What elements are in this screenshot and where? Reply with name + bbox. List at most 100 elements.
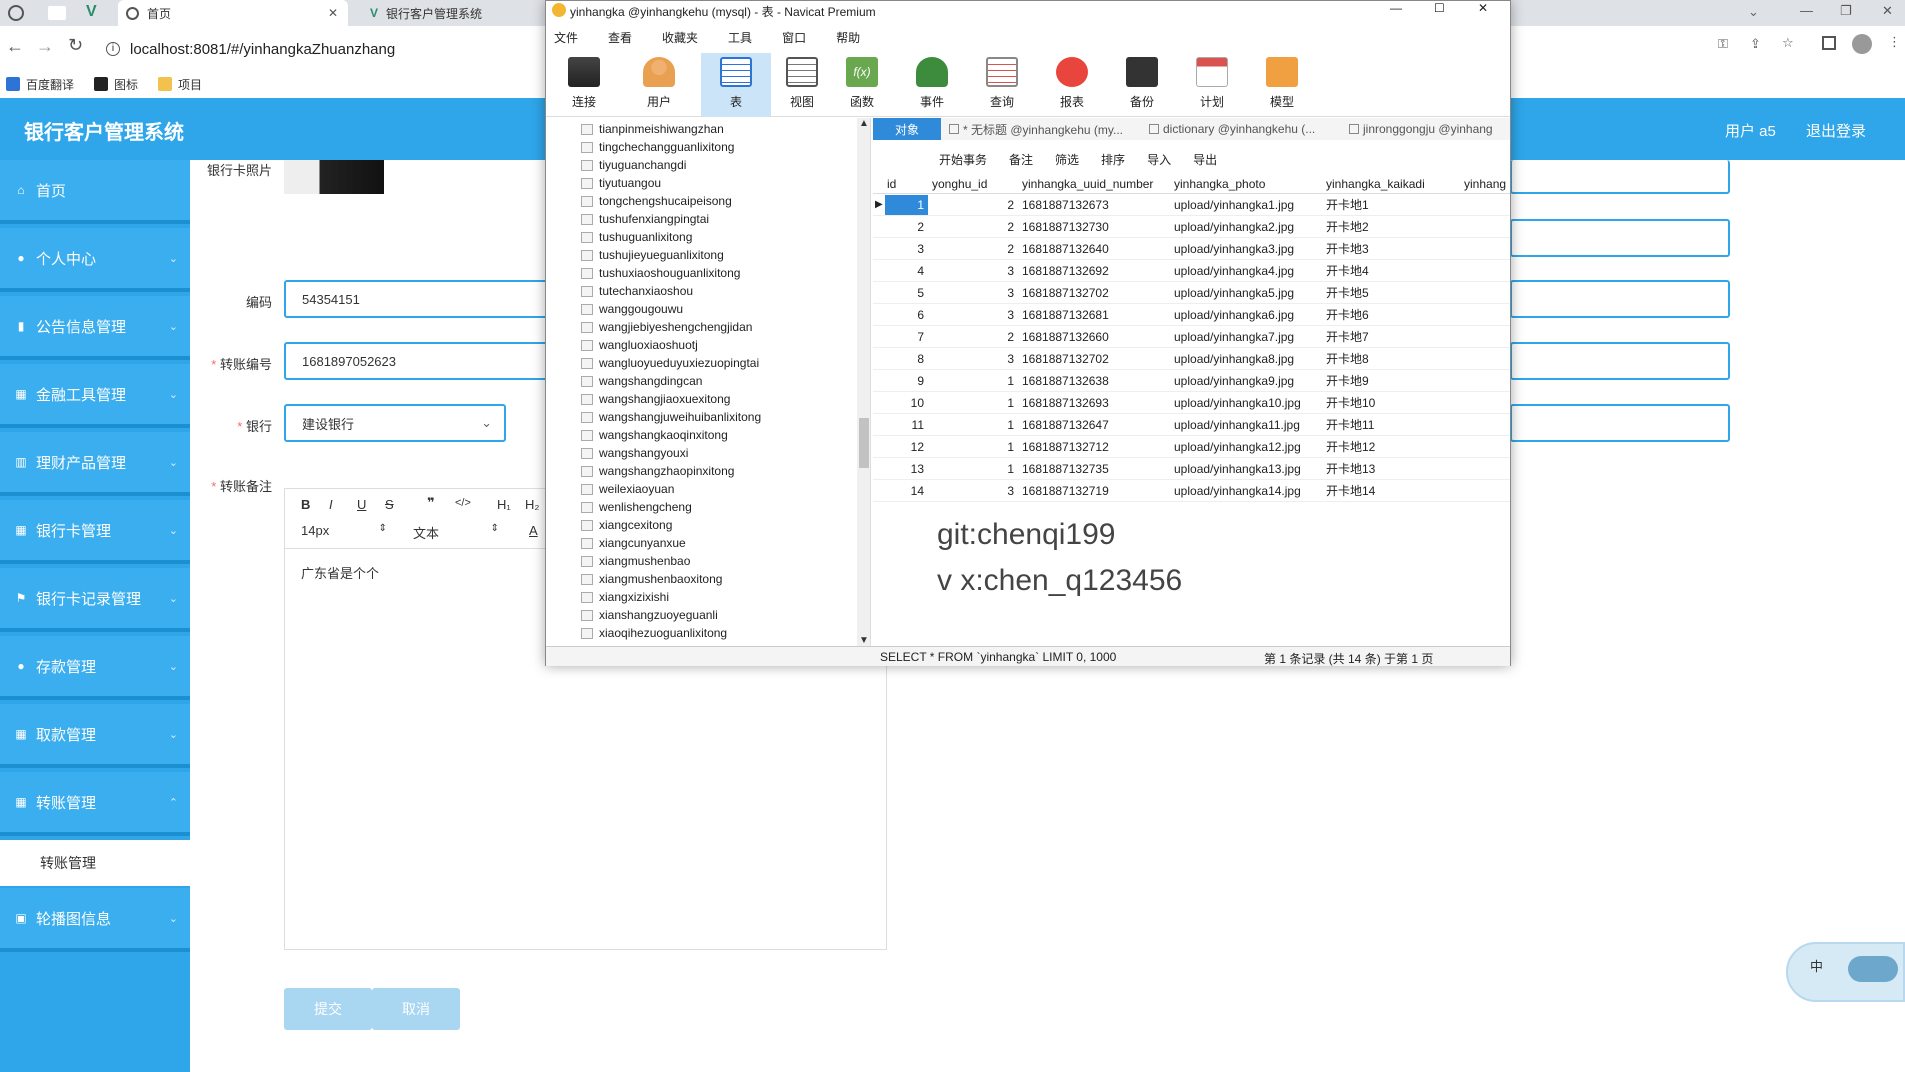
tree-table-item[interactable]: tushuxiaoshouguanlixitong — [546, 264, 870, 282]
table-cell[interactable]: 开卡地1 — [1322, 196, 1460, 213]
column-header[interactable]: yinhangka_uuid_number — [1018, 177, 1170, 191]
sidebar-item-transfers[interactable]: ▦ 转账管理 ⌃ — [0, 772, 190, 836]
sidebar-item-card-records[interactable]: ⚑ 银行卡记录管理 ⌄ — [0, 568, 190, 632]
scroll-thumb[interactable] — [859, 418, 869, 468]
table-cell[interactable]: 2 — [885, 217, 928, 237]
tree-table-item[interactable]: tiyutuangou — [546, 174, 870, 192]
h1-icon[interactable]: H₁ — [497, 497, 511, 512]
tree-table-item[interactable]: wangluoyueduyuxiezuopingtai — [546, 354, 870, 372]
table-row[interactable]: 3 2 1681887132640 upload/yinhangka3.jpg 开卡地3 — [873, 238, 1510, 260]
table-cell[interactable]: 开卡地2 — [1322, 218, 1460, 235]
table-cell[interactable]: upload/yinhangka12.jpg — [1170, 440, 1322, 454]
browser-tab-app[interactable]: V 银行客户管理系统 — [362, 0, 542, 26]
table-cell[interactable]: upload/yinhangka8.jpg — [1170, 352, 1322, 366]
table-cell[interactable]: 1681887132692 — [1018, 264, 1170, 278]
tree-table-item[interactable]: wangshangyouxi — [546, 444, 870, 462]
table-cell[interactable]: 开卡地3 — [1322, 240, 1460, 257]
table-row[interactable]: 11 1 1681887132647 upload/yinhangka11.jpg 开卡… — [873, 414, 1510, 436]
tree-table-item[interactable]: wangshangdingcan — [546, 372, 870, 390]
table-cell[interactable]: 1681887132702 — [1018, 286, 1170, 300]
column-header[interactable]: yonghu_id — [928, 177, 1018, 191]
table-cell[interactable]: upload/yinhangka5.jpg — [1170, 286, 1322, 300]
table-cell[interactable]: 开卡地10 — [1322, 394, 1460, 411]
sidebar-item-carousel[interactable]: ▣ 轮播图信息 ⌄ — [0, 888, 190, 952]
tree-table-item[interactable]: tushufenxiangpingtai — [546, 210, 870, 228]
table-row[interactable]: 2 2 1681887132730 upload/yinhangka2.jpg 开卡地2 — [873, 216, 1510, 238]
table-cell[interactable]: 14 — [885, 481, 928, 501]
table-cell[interactable]: upload/yinhangka9.jpg — [1170, 374, 1322, 388]
table-cell[interactable]: 12 — [885, 437, 928, 457]
right-input-1[interactable] — [1510, 160, 1730, 194]
menu-item[interactable]: 查看 — [608, 29, 632, 51]
column-header[interactable]: yinhang — [1460, 177, 1510, 191]
column-header[interactable]: yinhangka_kaikadi — [1322, 177, 1460, 191]
table-cell[interactable]: 开卡地5 — [1322, 284, 1460, 301]
table-cell[interactable]: 1681887132681 — [1018, 308, 1170, 322]
table-cell[interactable]: upload/yinhangka1.jpg — [1170, 198, 1322, 212]
tree-table-item[interactable]: wangjiebiyeshengchengjidan — [546, 318, 870, 336]
table-cell[interactable]: 1681887132693 — [1018, 396, 1170, 410]
table-cell[interactable]: 1681887132702 — [1018, 352, 1170, 366]
tab-placeholder-icon[interactable] — [48, 6, 66, 20]
kebab-menu-icon[interactable]: ⋮ — [1888, 34, 1901, 50]
table-cell[interactable]: 3 — [928, 352, 1018, 366]
tree-table-item[interactable]: xiangmushenbao — [546, 552, 870, 570]
bookmark-icons[interactable]: 图标 — [94, 76, 138, 93]
column-header[interactable]: yinhangka_photo — [1170, 177, 1322, 191]
table-row[interactable]: 9 1 1681887132638 upload/yinhangka9.jpg 开卡地9 — [873, 370, 1510, 392]
menu-item[interactable]: 工具 — [728, 29, 752, 51]
menu-item[interactable]: 帮助 — [836, 29, 860, 51]
table-cell[interactable]: 1 — [928, 396, 1018, 410]
star-icon[interactable]: ☆ — [1782, 35, 1794, 51]
sort-button[interactable]: 排序 — [1101, 151, 1125, 168]
table-cell[interactable]: 5 — [885, 283, 928, 303]
table-cell[interactable]: 2 — [928, 220, 1018, 234]
tree-table-item[interactable]: wenlishengcheng — [546, 498, 870, 516]
back-arrow-icon[interactable]: ← — [6, 36, 24, 57]
tool-function[interactable]: f(x) 函数 — [834, 53, 890, 117]
tool-event[interactable]: 事件 — [904, 53, 960, 117]
sidebar-subitem-transfers[interactable]: 转账管理 — [0, 840, 190, 886]
table-cell[interactable]: 1681887132640 — [1018, 242, 1170, 256]
scroll-up-icon[interactable]: ▲ — [859, 118, 869, 129]
table-row[interactable]: 12 1 1681887132712 upload/yinhangka12.jpg 开卡… — [873, 436, 1510, 458]
forward-arrow-icon[interactable]: → — [36, 36, 54, 57]
table-cell[interactable]: 开卡地13 — [1322, 460, 1460, 477]
table-cell[interactable]: 1 — [928, 374, 1018, 388]
table-cell[interactable]: upload/yinhangka13.jpg — [1170, 462, 1322, 476]
profile-avatar-icon[interactable] — [1852, 34, 1872, 54]
table-cell[interactable]: 2 — [928, 330, 1018, 344]
close-window-icon[interactable]: ✕ — [1882, 3, 1893, 19]
tool-model[interactable]: 模型 — [1254, 53, 1310, 117]
table-cell[interactable]: upload/yinhangka4.jpg — [1170, 264, 1322, 278]
tree-table-item[interactable]: tongchengshucaipeisong — [546, 192, 870, 210]
tree-table-item[interactable]: tiyuguanchangdi — [546, 156, 870, 174]
menu-item[interactable]: 收藏夹 — [662, 29, 698, 51]
table-cell[interactable]: 3 — [928, 264, 1018, 278]
bookmark-baidu-translate[interactable]: 百度翻译 — [6, 76, 74, 93]
reload-icon[interactable]: ↻ — [68, 35, 83, 56]
maximize-icon[interactable]: ☐ — [1434, 1, 1445, 15]
table-cell[interactable]: 3 — [928, 484, 1018, 498]
table-cell[interactable]: 3 — [885, 239, 928, 259]
table-cell[interactable]: 1 — [885, 194, 928, 215]
tree-table-item[interactable]: tushujieyueguanlixitong — [546, 246, 870, 264]
tree-table-item[interactable]: wangshangzhaopinxitong — [546, 462, 870, 480]
code-input[interactable]: 54354151 — [284, 280, 549, 318]
table-cell[interactable]: upload/yinhangka6.jpg — [1170, 308, 1322, 322]
code-icon[interactable]: </> — [455, 497, 471, 509]
right-input-3[interactable] — [1510, 280, 1730, 318]
table-cell[interactable]: 开卡地4 — [1322, 262, 1460, 279]
tree-table-item[interactable]: tingchechangguanlixitong — [546, 138, 870, 156]
tree-table-item[interactable]: tutechanxiaoshou — [546, 282, 870, 300]
sidebar-item-deposits[interactable]: ● 存款管理 ⌄ — [0, 636, 190, 700]
table-cell[interactable]: 6 — [885, 305, 928, 325]
tree-table-item[interactable]: wangshangkaoqinxitong — [546, 426, 870, 444]
text-style-select[interactable]: 文本 ⇕ — [413, 523, 499, 542]
font-size-select[interactable]: 14px ⇕ — [301, 523, 387, 538]
tree-table-item[interactable]: weilexiaoyuan — [546, 480, 870, 498]
table-cell[interactable]: 1681887132719 — [1018, 484, 1170, 498]
filter-button[interactable]: 筛选 — [1055, 151, 1079, 168]
table-cell[interactable]: 开卡地11 — [1322, 416, 1460, 433]
tab-objects[interactable]: 对象 — [873, 118, 941, 140]
